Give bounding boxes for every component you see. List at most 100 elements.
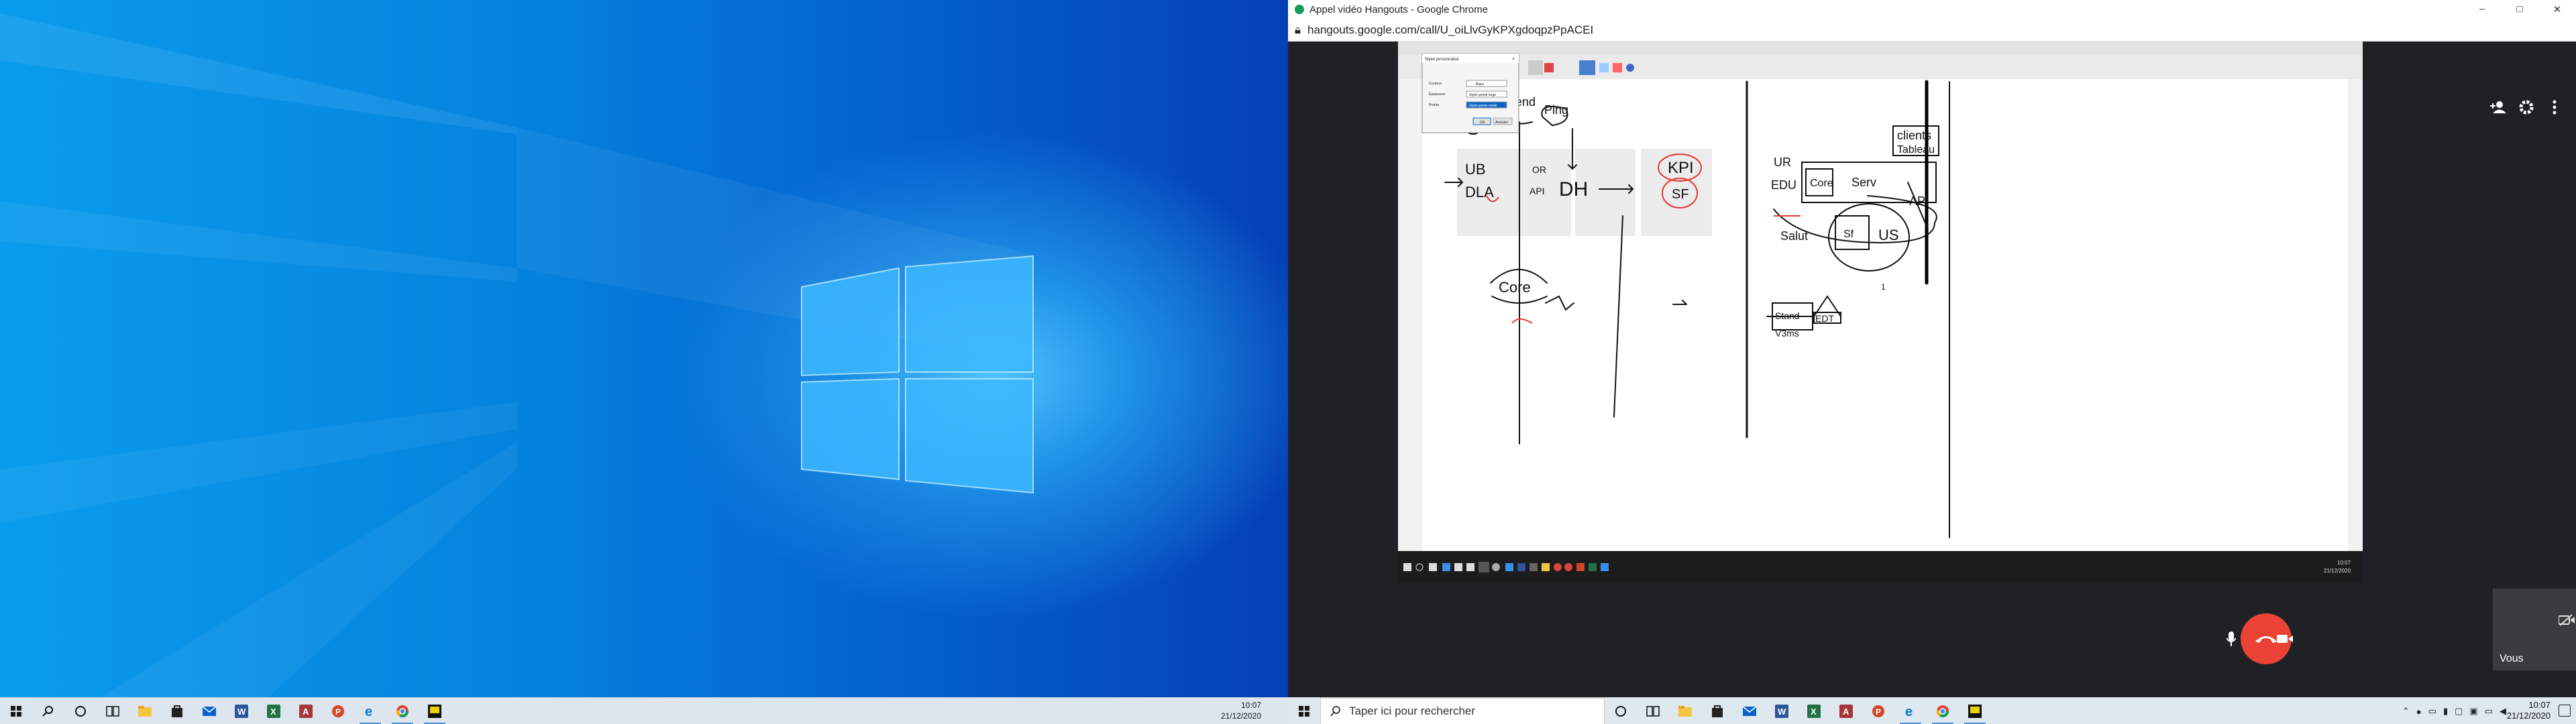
dialog-close: × bbox=[1512, 57, 1515, 62]
svg-text:e: e bbox=[1905, 705, 1913, 718]
battery-icon[interactable]: ▭ bbox=[2485, 706, 2493, 717]
shared-screen: S Talend Ping UB DLA OR API DH KPI SF Co… bbox=[1398, 42, 2363, 583]
sketch-text: UB bbox=[1465, 161, 1486, 178]
inner-date: 21/12/2020 bbox=[2324, 568, 2351, 574]
left-clock[interactable]: 10:07 21/12/2020 bbox=[1221, 700, 1261, 721]
right-taskbar: Taper ici pour rechercher W X A P e ⌃ ● … bbox=[1288, 697, 2576, 724]
dialog-label-tip: Pointe bbox=[1429, 103, 1440, 107]
add-person-icon[interactable] bbox=[2486, 95, 2510, 119]
svg-text:W: W bbox=[237, 707, 246, 717]
svg-text:P: P bbox=[335, 707, 341, 717]
taskbar-search-box[interactable]: Taper ici pour rechercher bbox=[1320, 697, 1605, 724]
self-view-tile[interactable]: Vous bbox=[2493, 589, 2576, 670]
store-icon[interactable] bbox=[161, 698, 193, 724]
left-time: 10:07 bbox=[1240, 701, 1261, 710]
access-icon[interactable]: A bbox=[1830, 698, 1862, 724]
search-placeholder: Taper ici pour rechercher bbox=[1349, 704, 1476, 717]
excel-icon[interactable]: X bbox=[258, 698, 290, 724]
word-icon[interactable]: W bbox=[1766, 698, 1798, 724]
search-icon bbox=[1330, 705, 1340, 716]
windows-start-icon[interactable] bbox=[0, 698, 32, 724]
sketch-text: SF bbox=[1672, 187, 1689, 202]
network-icon[interactable]: ▭ bbox=[2428, 706, 2436, 717]
camera-icon[interactable] bbox=[2271, 625, 2298, 652]
sketch-text: API bbox=[1529, 186, 1545, 196]
camera-off-icon bbox=[2559, 614, 2575, 626]
cortana-icon[interactable] bbox=[64, 698, 97, 724]
edge-icon[interactable]: e bbox=[354, 698, 386, 724]
custom-app-icon[interactable] bbox=[1959, 698, 1991, 724]
dialog-value-color: Blanc bbox=[1476, 82, 1485, 86]
self-label: Vous bbox=[2500, 653, 2524, 664]
microphone-tray-icon[interactable]: ▮ bbox=[2443, 706, 2448, 717]
search-icon[interactable] bbox=[32, 698, 64, 724]
system-tray: ⌃ ● ▭ ▮ ▢ ▣ ▭ ◀ bbox=[2402, 698, 2506, 724]
minimize-button[interactable]: – bbox=[2463, 3, 2501, 15]
sketch-text: DLA bbox=[1465, 184, 1494, 200]
close-button[interactable]: ✕ bbox=[2538, 3, 2576, 15]
sketch-text: UR bbox=[1774, 156, 1791, 169]
cortana-icon[interactable] bbox=[1605, 698, 1637, 724]
right-desktop: Appel vidéo Hangouts - Google Chrome – □… bbox=[1288, 0, 2576, 724]
svg-text:X: X bbox=[1811, 707, 1817, 717]
more-options-icon[interactable] bbox=[2542, 95, 2567, 119]
powerpoint-icon[interactable]: P bbox=[1862, 698, 1894, 724]
word-icon[interactable]: W bbox=[225, 698, 258, 724]
store-icon[interactable] bbox=[1701, 698, 1733, 724]
dialog-value-thickness: Stylet pointe large bbox=[1469, 93, 1496, 97]
sketch-text: Sf bbox=[1843, 229, 1854, 240]
inner-time: 10:07 bbox=[2337, 560, 2351, 566]
chrome-icon[interactable] bbox=[386, 698, 419, 724]
video-call-area: S Talend Ping UB DLA OR API DH KPI SF Co… bbox=[1288, 42, 2576, 697]
windows-logo bbox=[801, 255, 1034, 494]
svg-text:A: A bbox=[303, 707, 309, 717]
right-clock[interactable]: 10:07 21/12/2020 bbox=[2507, 700, 2551, 721]
hangouts-icon bbox=[1295, 5, 1304, 14]
dialog-label-thickness: Épaisseur bbox=[1429, 92, 1446, 97]
sketch-text: Serv bbox=[1851, 176, 1876, 189]
file-explorer-icon[interactable] bbox=[1669, 698, 1701, 724]
svg-text:A: A bbox=[1843, 707, 1849, 717]
display-icon[interactable]: ▣ bbox=[2469, 706, 2477, 717]
access-icon[interactable]: A bbox=[290, 698, 322, 724]
left-desktop: W X A P e 10:07 21/12/2020 bbox=[0, 0, 1288, 724]
sketch-text: clients bbox=[1897, 129, 1931, 142]
people-icon[interactable]: ● bbox=[2416, 707, 2422, 717]
sketch-text: EDU bbox=[1771, 178, 1796, 192]
powerpoint-icon[interactable]: P bbox=[322, 698, 354, 724]
chrome-titlebar: Appel vidéo Hangouts - Google Chrome – □… bbox=[1288, 0, 2576, 19]
file-explorer-icon[interactable] bbox=[129, 698, 161, 724]
sketch-text: KPI bbox=[1668, 159, 1694, 177]
chevron-up-icon[interactable]: ⌃ bbox=[2402, 706, 2410, 717]
chrome-icon[interactable] bbox=[1927, 698, 1959, 724]
custom-app-icon[interactable] bbox=[419, 698, 451, 724]
sketch-text: Salut bbox=[1780, 229, 1808, 243]
maximize-button[interactable]: □ bbox=[2501, 3, 2538, 15]
sketch-text: Core bbox=[1810, 178, 1833, 189]
windows-wallpaper bbox=[0, 13, 1034, 697]
task-view-icon[interactable] bbox=[97, 698, 129, 724]
dialog-cancel-button: Annuler bbox=[1495, 121, 1508, 125]
monitor-icon[interactable]: ▢ bbox=[2455, 706, 2463, 717]
lock-icon: 🔒︎ bbox=[1295, 23, 1301, 36]
dialog-value-tip: Stylet pointe ronde bbox=[1469, 104, 1497, 108]
mail-icon[interactable] bbox=[1733, 698, 1766, 724]
remote-taskbar-icons bbox=[1403, 562, 1609, 572]
sketch-text: Ping bbox=[1544, 103, 1568, 117]
shared-screen-canvas: S Talend Ping UB DLA OR API DH KPI SF Co… bbox=[1398, 42, 2363, 583]
notification-icon[interactable] bbox=[2559, 705, 2571, 717]
settings-gear-icon[interactable] bbox=[2514, 95, 2538, 119]
left-date: 21/12/2020 bbox=[1220, 711, 1261, 721]
svg-text:P: P bbox=[1876, 707, 1881, 717]
excel-icon[interactable]: X bbox=[1798, 698, 1830, 724]
mail-icon[interactable] bbox=[193, 698, 225, 724]
windows-start-icon[interactable] bbox=[1288, 698, 1320, 724]
task-view-icon[interactable] bbox=[1637, 698, 1669, 724]
address-bar[interactable]: 🔒︎ hangouts.google.com/call/U_oiLlvGyKPX… bbox=[1288, 19, 2576, 42]
volume-icon[interactable]: ◀ bbox=[2500, 706, 2506, 717]
sketch-text: Stand bbox=[1775, 310, 1800, 321]
right-time: 10:07 bbox=[2528, 700, 2551, 710]
dialog-label-color: Couleur bbox=[1429, 82, 1442, 86]
edge-icon[interactable]: e bbox=[1894, 698, 1927, 724]
call-controls bbox=[1288, 613, 2576, 667]
